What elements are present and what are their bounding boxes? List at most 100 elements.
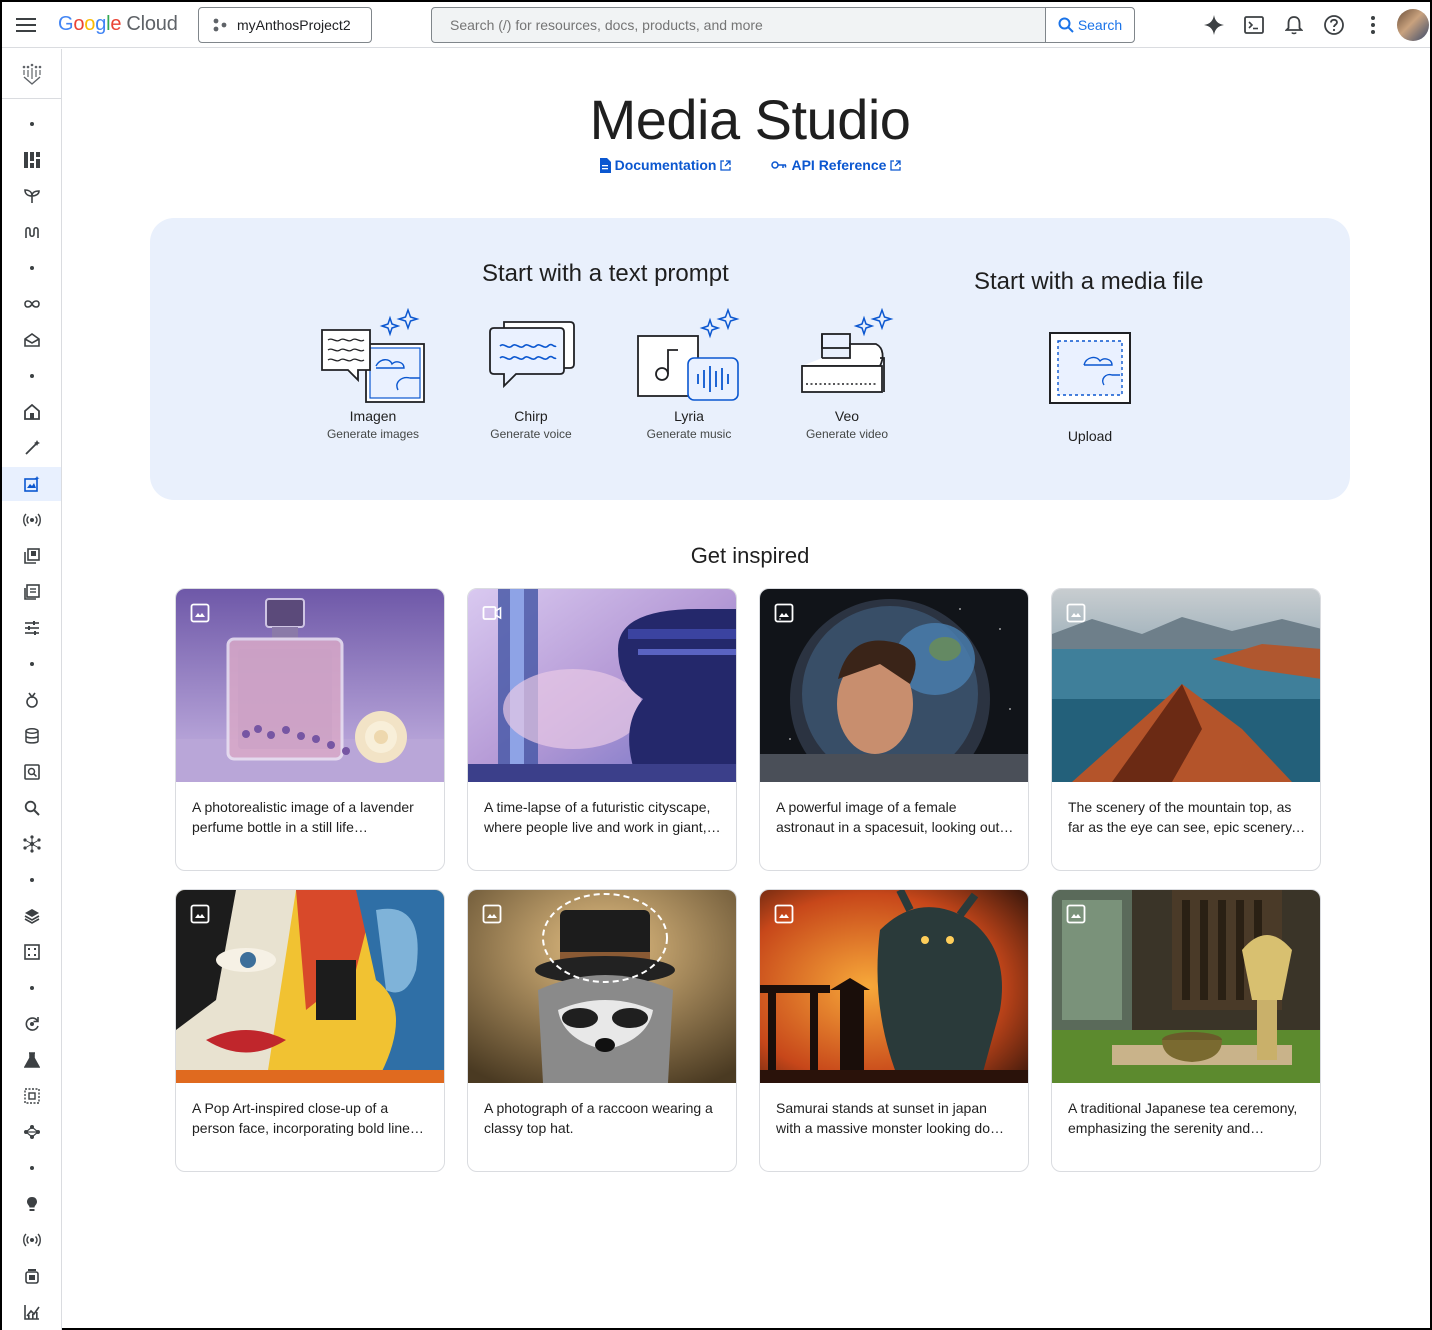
card-thumbnail (176, 589, 444, 782)
image-type-icon (190, 904, 210, 924)
documentation-link[interactable]: Documentation (599, 157, 732, 173)
rail-sync-icon[interactable] (2, 1007, 61, 1041)
rail-database-icon[interactable] (2, 719, 61, 753)
rail-home-icon[interactable] (2, 395, 61, 429)
rail-sprout-icon[interactable] (2, 179, 61, 213)
tool-name: Veo (834, 408, 860, 424)
card-caption: A photorealistic image of a lavender per… (192, 799, 414, 835)
rail-infinity-icon[interactable] (2, 287, 61, 321)
rail-workflow-icon[interactable] (2, 1115, 61, 1149)
inspiration-card[interactable]: A time-lapse of a futuristic cityscape, … (467, 588, 737, 871)
rail-prompt-gallery-icon[interactable] (2, 575, 61, 609)
image-type-icon (774, 603, 794, 623)
left-navigation-rail (2, 49, 62, 1330)
card-caption: The scenery of the mountain top, as far … (1068, 799, 1295, 835)
rail-magic-pen-icon[interactable] (2, 431, 61, 465)
image-type-icon (482, 904, 502, 924)
rail-broadcast-icon[interactable] (2, 1223, 61, 1257)
card-thumbnail (468, 890, 736, 1083)
get-inspired-heading: Get inspired (690, 543, 810, 568)
chirp-illustration-icon (489, 321, 575, 389)
google-cloud-logo[interactable]: Google Cloud (58, 13, 178, 36)
rail-library-icon[interactable] (2, 539, 61, 573)
user-avatar[interactable] (1397, 9, 1429, 41)
card-thumbnail (760, 589, 1028, 782)
rail-agent-icon[interactable] (2, 683, 61, 717)
search-button[interactable]: Search (1045, 8, 1134, 42)
upload-button[interactable]: Upload (1015, 320, 1165, 444)
card-thumbnail (176, 890, 444, 1083)
rail-monitoring-icon[interactable] (2, 1295, 61, 1329)
notifications-bell-icon[interactable] (1282, 13, 1306, 37)
inspiration-card[interactable]: A powerful image of a female astronaut i… (759, 588, 1029, 871)
veo-illustration-icon (801, 308, 894, 393)
cloud-shell-terminal-icon[interactable] (1242, 13, 1266, 37)
rail-doc-search-icon[interactable] (2, 755, 61, 789)
rail-section-dot (2, 647, 61, 681)
rail-search-icon[interactable] (2, 791, 61, 825)
veo-tool-button[interactable]: Veo Generate video (772, 306, 922, 441)
card-caption: A photograph of a raccoon wearing a clas… (484, 1100, 713, 1136)
inspiration-card[interactable]: A Pop Art-inspired close-up of a person … (175, 889, 445, 1172)
rail-layers-icon[interactable] (2, 899, 61, 933)
inspiration-card[interactable]: A photograph of a raccoon wearing a clas… (467, 889, 737, 1172)
top-bar: Google Cloud myAnthosProject2 Search (2, 2, 1430, 48)
inspiration-card[interactable]: A photorealistic image of a lavender per… (175, 588, 445, 871)
rail-flask-icon[interactable] (2, 1043, 61, 1077)
tool-name: Imagen (349, 408, 397, 424)
rail-select-all-icon[interactable] (2, 1079, 61, 1113)
doc-links: Documentation API Reference (63, 157, 1432, 173)
image-type-icon (1066, 904, 1086, 924)
gemini-sparkle-icon[interactable] (1202, 13, 1226, 37)
rail-live-api-icon[interactable] (2, 503, 61, 537)
upload-media-icon (1049, 332, 1131, 404)
rail-section-dot (2, 251, 61, 285)
card-thumbnail (468, 589, 736, 782)
upload-label: Upload (1067, 428, 1113, 444)
project-name: myAnthosProject2 (237, 17, 351, 33)
rail-grid-icon[interactable] (2, 935, 61, 969)
api-reference-link[interactable]: API Reference (771, 157, 902, 173)
rail-media-studio-icon[interactable] (2, 467, 61, 501)
video-type-icon (482, 606, 502, 620)
rail-dashboard-icon[interactable] (2, 143, 61, 177)
search-icon (1058, 17, 1074, 33)
rail-section-dot (2, 359, 61, 393)
rail-section-dot (2, 971, 61, 1005)
tool-subtitle: Generate video (805, 427, 889, 441)
rail-graph-icon[interactable] (2, 827, 61, 861)
start-panel: Start with a text prompt Start with a me… (150, 218, 1350, 500)
image-type-icon (1066, 603, 1086, 623)
search-input[interactable] (432, 8, 1045, 42)
hamburger-menu-icon[interactable] (14, 13, 38, 37)
vertex-ai-logo-icon[interactable] (2, 49, 61, 99)
inspiration-card[interactable]: The scenery of the mountain top, as far … (1051, 588, 1321, 871)
imagen-tool-button[interactable]: Imagen Generate images (298, 306, 448, 441)
media-file-heading: Start with a media file (974, 268, 1204, 295)
inspiration-card[interactable]: A traditional Japanese tea ceremony, emp… (1051, 889, 1321, 1172)
card-thumbnail (1052, 589, 1320, 782)
card-thumbnail (760, 890, 1028, 1083)
imagen-illustration-icon (321, 308, 425, 403)
help-question-icon[interactable] (1322, 13, 1346, 37)
tool-subtitle: Generate images (326, 427, 420, 441)
rail-pipeline-icon[interactable] (2, 215, 61, 249)
rail-tune-icon[interactable] (2, 611, 61, 645)
rail-jar-icon[interactable] (2, 1259, 61, 1293)
rail-model-garden-icon[interactable] (2, 323, 61, 357)
page-title: Media Studio (589, 88, 911, 151)
lyria-tool-button[interactable]: Lyria Generate music (614, 306, 764, 441)
tool-name: Lyria (674, 408, 704, 424)
chirp-tool-button[interactable]: Chirp Generate voice (456, 306, 606, 441)
card-caption: Samurai stands at sunset in japan with a… (776, 1100, 1008, 1136)
project-picker-button[interactable]: myAnthosProject2 (198, 7, 372, 43)
text-prompt-heading: Start with a text prompt (482, 260, 729, 287)
card-caption: A time-lapse of a futuristic cityscape, … (484, 799, 711, 835)
project-icon (213, 18, 227, 32)
more-vert-icon[interactable] (1361, 13, 1385, 37)
inspiration-card[interactable]: Samurai stands at sunset in japan with a… (759, 889, 1029, 1172)
rail-section-dot (2, 107, 61, 141)
rail-lightbulb-icon[interactable] (2, 1187, 61, 1221)
card-thumbnail (1052, 890, 1320, 1083)
document-icon (599, 157, 611, 173)
